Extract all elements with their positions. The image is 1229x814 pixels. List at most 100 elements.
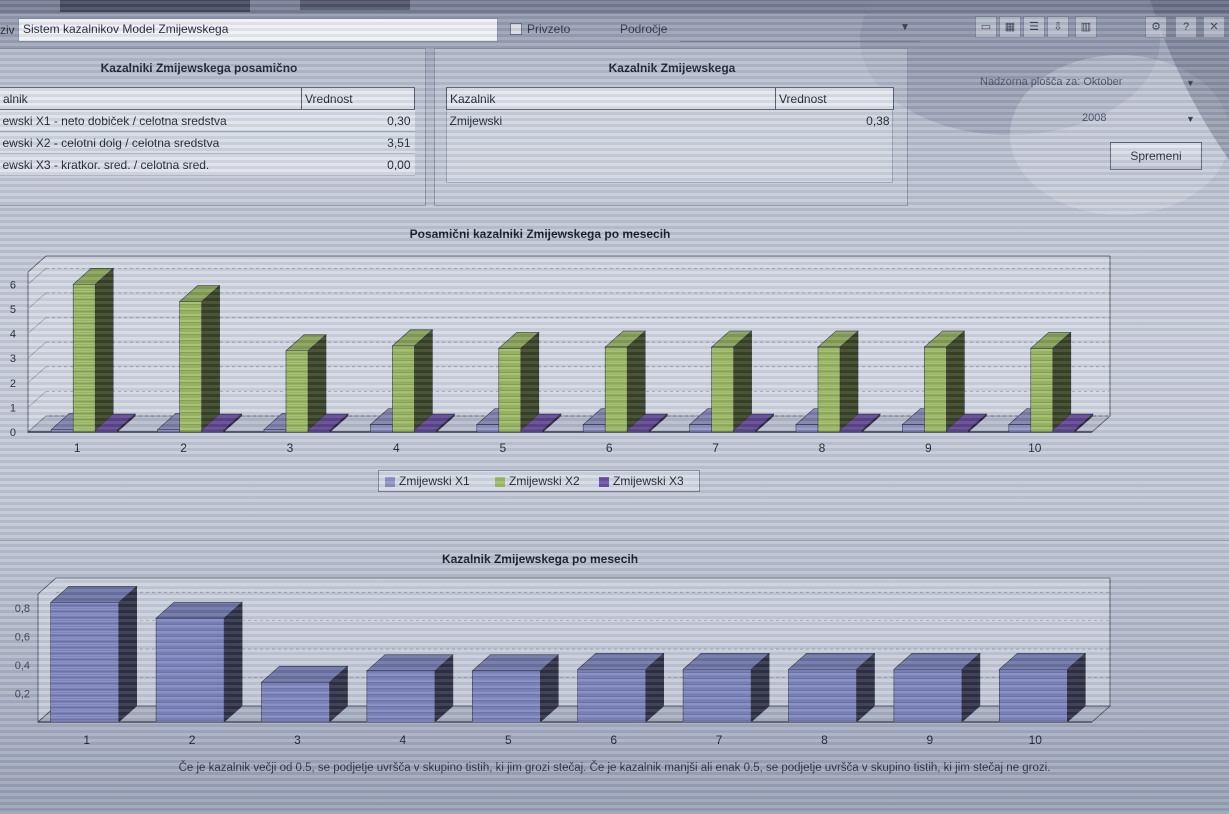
- left-panel: Kazalniki Zmijewskega posamično alnik Vr…: [0, 48, 426, 206]
- chart2-xtick-label: 9: [927, 733, 934, 747]
- privzeto-label: Privzeto: [527, 22, 571, 36]
- chart2-bar-10: [998, 652, 1087, 723]
- podrocje-select[interactable]: [680, 18, 920, 42]
- chart1-xtick-label: 10: [1028, 441, 1042, 455]
- chart1-svg: 0 1 2 3 4 5 6 1 2 3 4 5 6 7 8 9 10: [10, 255, 1112, 455]
- row-value: 0,00: [301, 153, 415, 176]
- table-row[interactable]: ewski X2 - celotni dolg / celotna sredst…: [0, 131, 415, 154]
- chart1-ytick-label: 3: [10, 353, 16, 365]
- privzeto-checkbox[interactable]: [510, 23, 522, 35]
- chart1-bar-2-5: [498, 331, 540, 433]
- row-value: 0,38: [866, 113, 890, 128]
- naziv-label: ziv: [0, 23, 15, 37]
- year-select[interactable]: 2008: [1082, 112, 1106, 124]
- chart2-bar-6: [576, 652, 665, 723]
- chart1-ytick-label: 0: [10, 427, 16, 439]
- legend-swatch-x2: [495, 477, 505, 487]
- indicators-table: alnik Vrednost ewski X1 - neto dobiček /…: [0, 87, 415, 176]
- spremeni-button[interactable]: Spremeni: [1110, 142, 1202, 170]
- chart2-bar-5: [471, 654, 560, 723]
- legend-swatch-x3: [599, 477, 609, 487]
- col-header-kazalnik[interactable]: Kazalnik: [446, 87, 776, 110]
- chevron-down-icon[interactable]: ▼: [900, 22, 910, 33]
- table-row[interactable]: Zmijewski 0,38: [447, 110, 894, 132]
- chart1-ytick-label: 4: [10, 329, 16, 341]
- col-header-vrednost[interactable]: Vrednost: [301, 87, 415, 110]
- mid-panel-title: Kazalnik Zmijewskega: [608, 61, 736, 75]
- legend-label-x2: Zmijewski X2: [509, 474, 580, 488]
- chart1-bar-2-4: [391, 329, 434, 433]
- chart2-bar-2: [155, 601, 243, 723]
- chart2-bar-4: [366, 654, 454, 723]
- col-header-vrednost[interactable]: Vrednost: [775, 87, 894, 110]
- chart2-xtick-label: 1: [83, 733, 90, 747]
- chart2-bar-3: [260, 665, 349, 723]
- period-select[interactable]: Nadzorna plošča za: Oktober: [980, 76, 1170, 88]
- chevron-down-icon[interactable]: ▼: [1186, 114, 1195, 124]
- podrocje-label: Področje: [620, 22, 668, 36]
- chart1-xtick-label: 5: [499, 441, 506, 455]
- chart1-bar-2-8: [817, 330, 859, 433]
- chart1-ytick-label: 5: [10, 304, 16, 316]
- chart1-xtick-label: 8: [819, 441, 826, 455]
- table-row[interactable]: ewski X3 - kratkor. sred. / celotna sred…: [0, 153, 415, 176]
- left-panel-title: Kazalniki Zmijewskega posamično: [100, 61, 298, 75]
- row-value: 0,30: [301, 109, 415, 132]
- chart1-bar-2-9: [923, 330, 966, 433]
- chart1-bar-2-10: [1030, 331, 1072, 433]
- chart2-xtick-label: 2: [189, 733, 196, 747]
- close-icon[interactable]: ✕: [1203, 16, 1225, 38]
- chart2-bar-8: [787, 652, 876, 723]
- chart2-bar-9: [893, 652, 981, 723]
- chart2-xtick-label: 8: [821, 733, 828, 747]
- chart1-xtick-label: 6: [606, 441, 613, 455]
- chart1-bar-2-3: [285, 334, 327, 433]
- row-name: Zmijewski: [449, 113, 503, 128]
- chart2-ytick-label: 0,2: [15, 689, 30, 701]
- legend-label-x3: Zmijewski X3: [613, 474, 684, 488]
- export-icon[interactable]: ⇩: [1047, 16, 1069, 38]
- chart1-bar-2-7: [710, 330, 753, 433]
- minimize-icon[interactable]: ▭: [975, 16, 997, 38]
- chevron-down-icon[interactable]: ▼: [1186, 78, 1195, 88]
- chart2-ytick-label: 0,6: [15, 632, 30, 644]
- row-name: ewski X2 - celotni dolg / celotna sredst…: [0, 131, 302, 154]
- chart1-xtick-label: 9: [925, 441, 932, 455]
- chart2-bar-1: [49, 585, 138, 723]
- chart1-xtick-label: 2: [180, 441, 187, 455]
- row-name: ewski X1 - neto dobiček / celotna sredst…: [0, 109, 302, 132]
- chart2-ytick-label: 0,4: [15, 660, 30, 672]
- naziv-input[interactable]: Sistem kazalnikov Model Zmijewskega: [18, 18, 498, 42]
- table-icon[interactable]: ☰: [1023, 16, 1045, 38]
- chart1-xtick-label: 4: [393, 441, 400, 455]
- chart1-bar-2-2: [178, 284, 221, 433]
- chart2-ytick-label: 0,8: [15, 603, 30, 615]
- chart2-xtick-label: 5: [505, 733, 512, 747]
- table-row[interactable]: ewski X1 - neto dobiček / celotna sredst…: [0, 109, 415, 132]
- chart2-xtick-label: 3: [294, 733, 301, 747]
- score-table: Kazalnik Vrednost Zmijewski 0,38: [446, 87, 894, 132]
- footnote: Če je kazalnik večji od 0.5, se podjetje…: [178, 762, 1051, 774]
- chart-icon[interactable]: ▥: [1075, 16, 1097, 38]
- settings-icon[interactable]: ⚙: [1145, 16, 1167, 38]
- chart1-xtick-label: 7: [712, 441, 719, 455]
- row-name: ewski X3 - kratkor. sred. / celotna sred…: [0, 153, 302, 176]
- legend-label-x1: Zmijewski X1: [399, 474, 470, 488]
- chart1-legend: Zmijewski X1 Zmijewski X2 Zmijewski X3: [378, 470, 700, 492]
- chart2-xtick-label: 7: [716, 733, 723, 747]
- col-header-kazalnik[interactable]: alnik: [0, 87, 302, 110]
- chart2-bar-7: [682, 652, 770, 723]
- legend-swatch-x1: [385, 477, 395, 487]
- chart1-bar-2-1: [72, 267, 114, 433]
- chart1-ytick-label: 6: [10, 279, 16, 291]
- help-button[interactable]: ?: [1175, 16, 1197, 38]
- chart1-ytick-label: 1: [10, 402, 16, 414]
- chart2-title: Kazalnik Zmijewskega po mesecih: [441, 552, 639, 566]
- chart1-ytick-label: 2: [10, 378, 16, 390]
- chart1-title: Posamični kazalniki Zmijewskega po mesec…: [409, 227, 671, 241]
- chart1-bar-2-6: [604, 330, 646, 433]
- mid-panel: Kazalnik Zmijewskega Kazalnik Vrednost Z…: [434, 48, 908, 206]
- chart2-xtick-label: 6: [610, 733, 617, 747]
- grid-icon[interactable]: ▦: [999, 16, 1021, 38]
- chart2-xtick-label: 10: [1029, 733, 1043, 747]
